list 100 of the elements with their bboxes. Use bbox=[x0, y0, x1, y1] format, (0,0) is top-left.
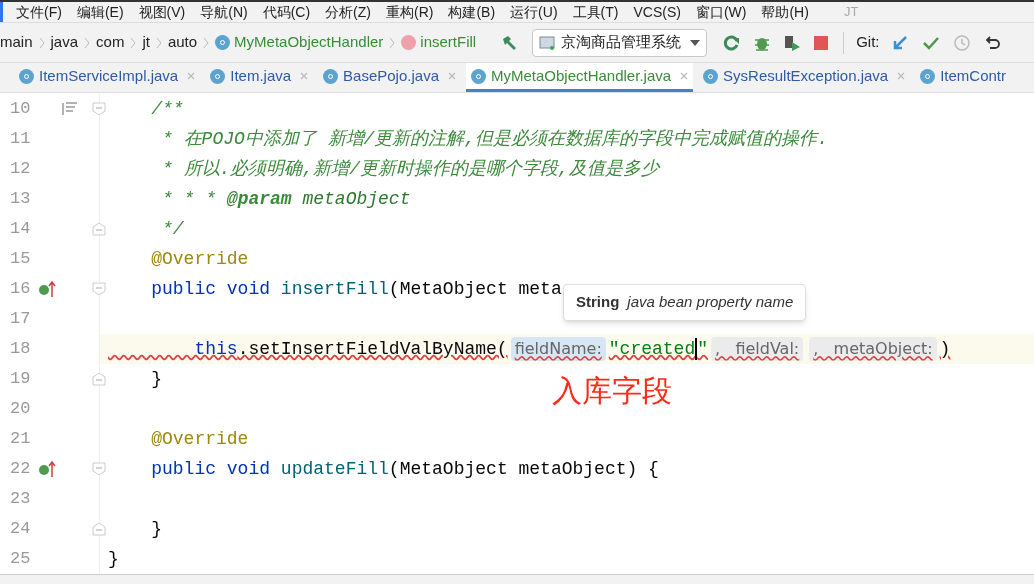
menu-item[interactable]: 工具(T) bbox=[572, 1, 619, 23]
class-icon bbox=[703, 68, 719, 84]
close-icon[interactable] bbox=[897, 72, 906, 80]
close-icon[interactable] bbox=[187, 72, 196, 80]
tooltip-description: java bean property name bbox=[627, 292, 794, 312]
class-icon bbox=[323, 68, 339, 84]
code-text: */ bbox=[161, 217, 184, 241]
parameter-hint: , fieldVal: bbox=[711, 337, 804, 361]
close-icon[interactable] bbox=[680, 72, 689, 80]
line-number: 20 bbox=[10, 398, 32, 421]
file-tab[interactable]: SysResultException.java bbox=[698, 63, 911, 92]
menu-item[interactable]: 窗口(W) bbox=[695, 1, 747, 23]
menu-item[interactable]: 文件(F) bbox=[16, 1, 62, 23]
chevron-icon bbox=[155, 36, 162, 49]
code-text: * 在POJO中添加了 新增/更新的注解,但是必须在数据库的字段中完成赋值的操作. bbox=[161, 127, 829, 151]
breadcrumb-item[interactable]: insertFill bbox=[401, 31, 477, 54]
code-text: " bbox=[697, 337, 709, 361]
code-text: public void bbox=[150, 277, 272, 301]
fold-marker-icon[interactable] bbox=[92, 222, 106, 236]
close-icon[interactable] bbox=[448, 72, 456, 80]
breadcrumb-item[interactable]: auto bbox=[167, 31, 198, 54]
class-icon bbox=[471, 68, 486, 84]
code-text: /** bbox=[150, 97, 184, 121]
menu-item[interactable]: 代码(C) bbox=[262, 1, 311, 23]
code-text: .setInsertFieldValByName( bbox=[237, 337, 508, 361]
close-icon[interactable] bbox=[300, 72, 309, 80]
file-tab[interactable]: ItemContr bbox=[915, 63, 1012, 92]
code-text: * 所以.必须明确,新增/更新时操作的是哪个字段,及值是多少 bbox=[161, 157, 659, 181]
line-number: 25 bbox=[10, 548, 32, 571]
class-icon bbox=[215, 35, 231, 50]
chevron-icon bbox=[203, 36, 210, 49]
menu-item[interactable]: VCS(S) bbox=[633, 1, 681, 23]
line-number: 22 bbox=[10, 458, 32, 481]
menu-item[interactable]: 帮助(H) bbox=[761, 1, 809, 23]
code-text: @Override bbox=[150, 247, 249, 271]
menu-item[interactable]: 分析(Z) bbox=[325, 1, 371, 23]
class-icon bbox=[19, 68, 34, 84]
file-tab[interactable]: Item.java bbox=[205, 63, 314, 92]
fold-marker-icon[interactable] bbox=[92, 102, 106, 116]
implements-marker-icon[interactable] bbox=[38, 460, 56, 478]
tooltip-type: String bbox=[576, 292, 620, 312]
line-number: 19 bbox=[10, 368, 32, 391]
code-text: * * * bbox=[161, 187, 218, 211]
clock-icon[interactable] bbox=[953, 34, 970, 51]
menu-item[interactable]: 视图(V) bbox=[138, 1, 186, 23]
line-number: 11 bbox=[10, 128, 32, 151]
breadcrumb-item[interactable]: MyMetaObjectHandler bbox=[215, 31, 384, 54]
line-number: 13 bbox=[10, 188, 32, 211]
file-tab[interactable]: MyMetaObjectHandler.java bbox=[466, 63, 694, 92]
hammer-icon[interactable] bbox=[500, 33, 519, 52]
class-icon bbox=[920, 68, 936, 84]
annotation-note: 入库字段 bbox=[552, 373, 672, 409]
line-number: 17 bbox=[10, 308, 32, 331]
chevron-icon bbox=[38, 36, 45, 49]
rerun-icon[interactable] bbox=[723, 33, 742, 52]
menu-item[interactable]: 运行(U) bbox=[510, 1, 558, 23]
code-text: } bbox=[150, 367, 162, 391]
implements-marker-icon[interactable] bbox=[38, 280, 56, 298]
fold-marker-icon[interactable] bbox=[92, 522, 106, 536]
chevron-icon bbox=[389, 36, 396, 49]
code-text: } bbox=[108, 547, 119, 571]
line-number: 10 bbox=[10, 98, 32, 121]
code-text: (MetaObject meta bbox=[388, 277, 562, 301]
breadcrumb-item[interactable]: com bbox=[96, 31, 125, 54]
menu-item[interactable]: 编辑(E) bbox=[76, 1, 124, 23]
code-text: @Override bbox=[150, 427, 249, 451]
stop-icon[interactable] bbox=[813, 34, 830, 51]
window-title: JT bbox=[843, 3, 859, 22]
parameter-hint: fieldName: bbox=[510, 337, 606, 361]
undo-icon[interactable] bbox=[983, 34, 1000, 51]
fold-marker-icon[interactable] bbox=[92, 282, 106, 296]
menu-item[interactable]: 导航(N) bbox=[200, 1, 248, 23]
update-arrow-icon[interactable] bbox=[891, 34, 908, 51]
menu-item[interactable]: 构建(B) bbox=[448, 1, 496, 23]
class-icon bbox=[210, 68, 226, 84]
line-number: 15 bbox=[10, 248, 32, 271]
menu-item[interactable]: 重构(R) bbox=[386, 1, 434, 23]
git-label: Git: bbox=[856, 32, 880, 53]
line-number: 23 bbox=[10, 488, 32, 511]
window-icon bbox=[539, 35, 556, 50]
run-config-dropdown[interactable]: 京淘商品管理系统 bbox=[532, 28, 708, 57]
code-text: public void bbox=[150, 457, 272, 481]
chevron-icon bbox=[84, 36, 91, 49]
breadcrumb-item[interactable]: jt bbox=[142, 31, 150, 54]
fold-marker-icon[interactable] bbox=[92, 372, 106, 386]
line-number: 24 bbox=[10, 518, 32, 541]
code-text: @param bbox=[226, 187, 292, 211]
line-number: 14 bbox=[10, 218, 32, 241]
code-text: (MetaObject metaObject) { bbox=[388, 457, 659, 481]
code-text: "created bbox=[608, 337, 696, 361]
file-tab[interactable]: ItemServiceImpl.java bbox=[14, 63, 201, 92]
fold-marker-icon[interactable] bbox=[92, 462, 106, 476]
code-text: } bbox=[150, 517, 162, 541]
breadcrumb-item[interactable]: java bbox=[50, 31, 79, 54]
coverage-icon[interactable] bbox=[783, 33, 802, 52]
line-number: 16 bbox=[10, 278, 32, 301]
line-number: 21 bbox=[10, 428, 32, 451]
file-tab[interactable]: BasePojo.java bbox=[318, 63, 461, 92]
structure-icon[interactable] bbox=[62, 102, 78, 116]
breadcrumb-item[interactable]: main bbox=[0, 31, 33, 54]
